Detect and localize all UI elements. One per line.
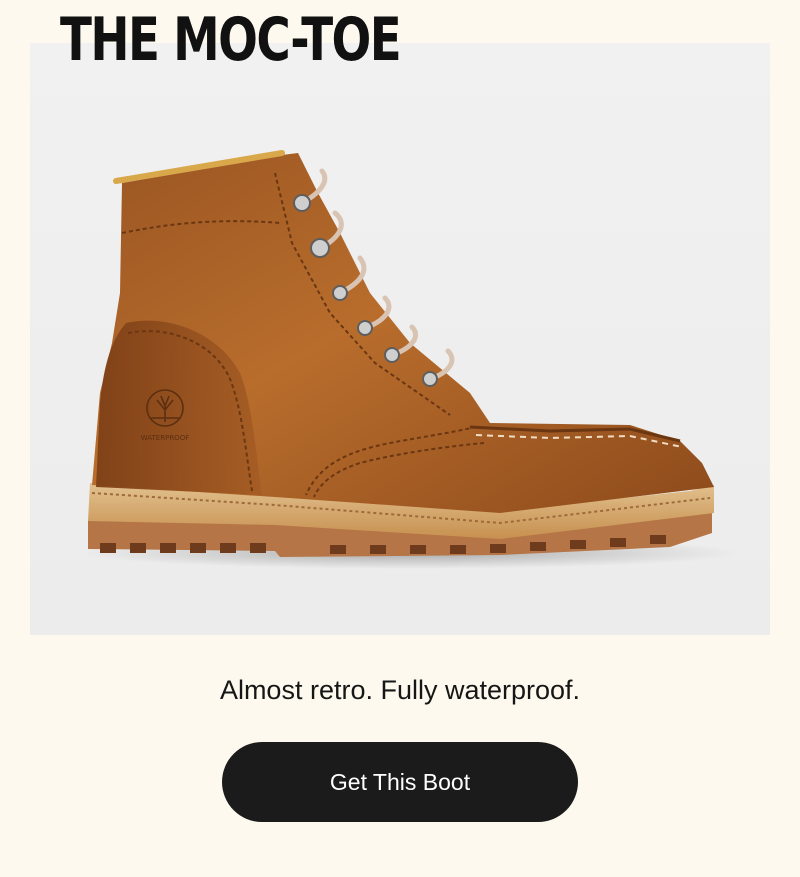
hero-image[interactable]: WATERPROOF <box>30 43 770 635</box>
page-title: THE MOC-TOE <box>60 5 402 75</box>
get-this-boot-button[interactable]: Get This Boot <box>222 742 578 822</box>
boot-illustration: WATERPROOF <box>80 150 740 569</box>
tagline: Almost retro. Fully waterproof. <box>219 675 581 705</box>
email-page: WATERPROOF THE MOC-TOE Almost retro. Ful… <box>0 0 800 877</box>
logo-wordmark: WATERPROOF <box>141 434 189 442</box>
